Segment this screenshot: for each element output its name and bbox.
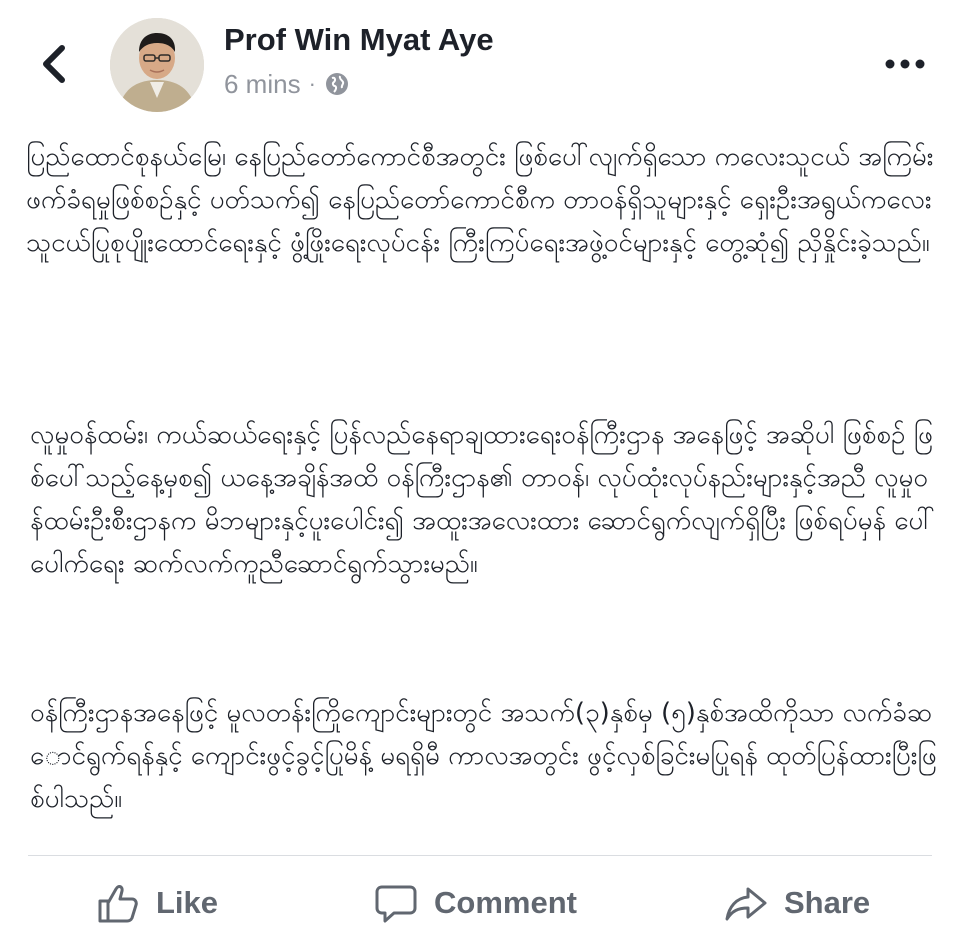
meta-separator: · <box>308 71 316 96</box>
like-button[interactable]: Like <box>96 878 218 928</box>
share-label: Share <box>784 885 871 920</box>
author-avatar[interactable] <box>110 18 204 112</box>
share-button[interactable]: Share <box>724 878 870 928</box>
author-name[interactable]: Prof Win Myat Aye <box>224 22 494 58</box>
avatar-portrait-icon <box>110 18 204 112</box>
post-body: ပြည်ထောင်စုနယ်မြေ၊ နေပြည်တော်ကောင်စီအတွင… <box>26 136 938 836</box>
post-meta: 6 mins · <box>224 68 350 100</box>
share-arrow-icon <box>725 887 767 921</box>
post-time[interactable]: 6 mins <box>224 69 301 100</box>
post-paragraph-1: ပြည်ထောင်စုနယ်မြေ၊ နေပြည်တော်ကောင်စီအတွင… <box>26 142 934 258</box>
actions-divider <box>28 855 932 856</box>
like-label: Like <box>156 885 219 920</box>
post-paragraph-2: လူမှုဝန်ထမ်း၊ ကယ်ဆယ်ရေးနှင့် ပြန်လည်နေရာ… <box>30 420 935 579</box>
globe-icon[interactable] <box>324 71 350 97</box>
back-chevron-icon[interactable] <box>34 42 74 86</box>
post-header: Prof Win Myat Aye 6 mins · <box>0 0 960 130</box>
post-paragraph-3: ဝန်ကြီးဌာနအနေဖြင့် မူလတန်းကြိုကျောင်းမျာ… <box>30 698 937 814</box>
comment-label: Comment <box>434 885 577 920</box>
thumbs-up-icon <box>98 885 138 923</box>
action-bar: Like Comment Share <box>0 868 960 938</box>
comment-bubble-icon <box>375 885 417 923</box>
comment-button[interactable]: Comment <box>374 878 577 928</box>
more-dots-icon[interactable] <box>882 52 928 76</box>
